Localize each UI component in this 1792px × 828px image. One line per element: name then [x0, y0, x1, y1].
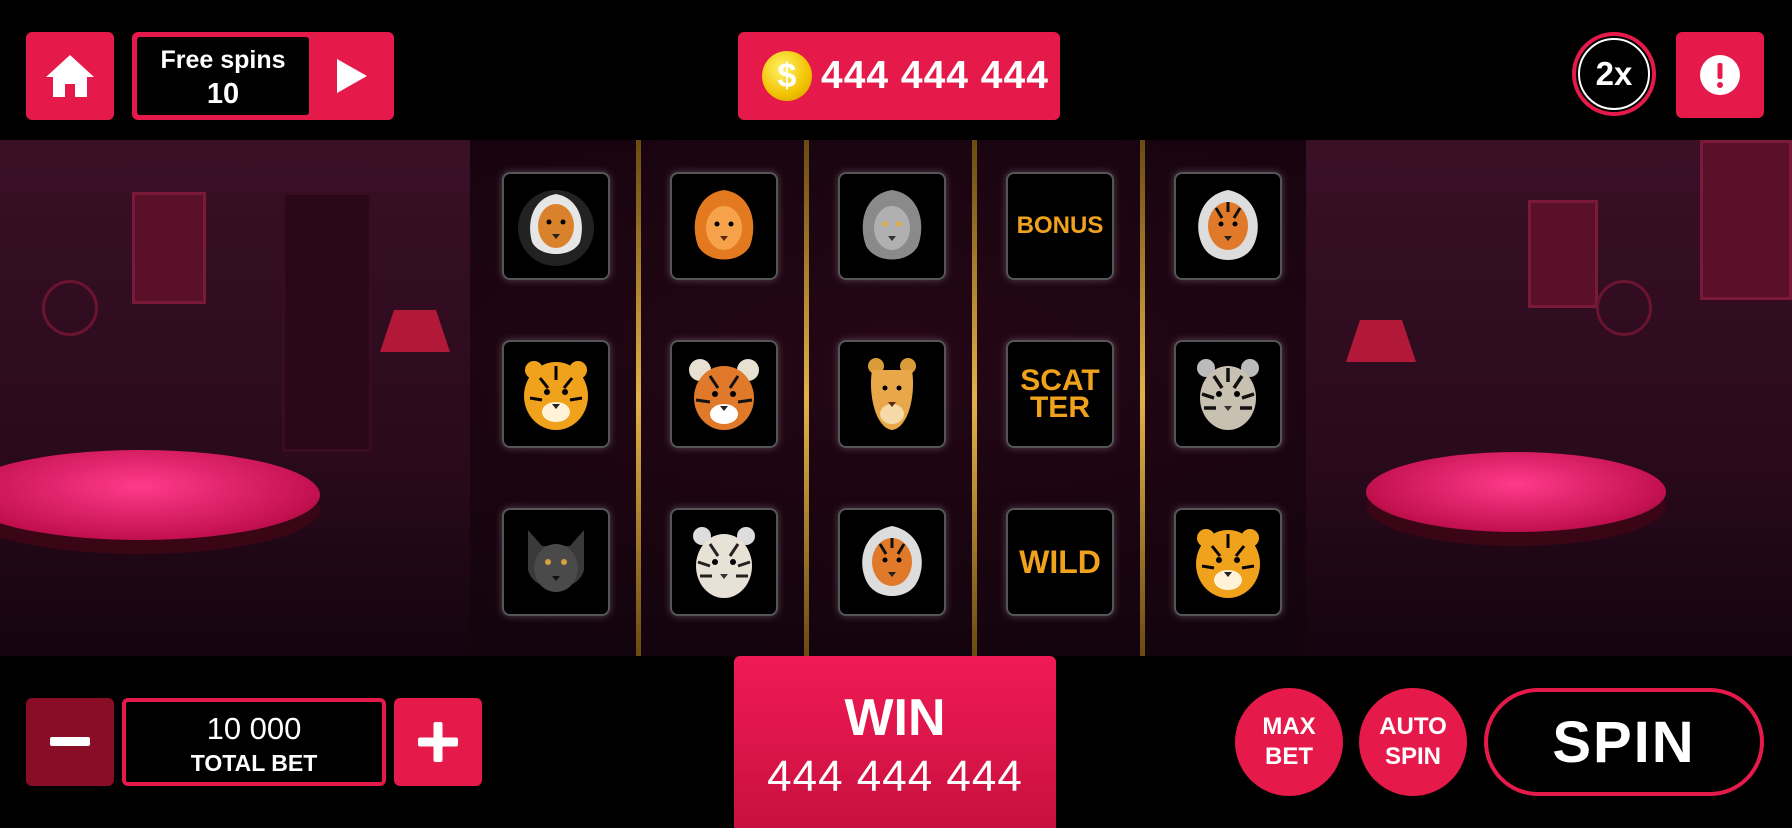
tiger-orange-icon	[838, 508, 946, 616]
grey-lion-icon	[838, 172, 946, 280]
max-bet-label-line2: BET	[1265, 743, 1313, 770]
tiger-gold-icon	[502, 340, 610, 448]
free-spins-count: 10	[206, 78, 240, 110]
play-icon	[337, 59, 367, 93]
balance-display: $ 444 444 444	[738, 32, 1060, 120]
total-bet-display: 10 000 TOTAL BET	[122, 698, 386, 786]
tiger-orange-icon	[1174, 172, 1282, 280]
reel-separator	[636, 140, 641, 656]
multiplier-button[interactable]: 2x	[1572, 32, 1656, 116]
wall-picture	[132, 192, 206, 304]
total-bet-value: 10 000	[206, 711, 302, 746]
lion-black-mane-icon	[502, 172, 610, 280]
auto-spin-button[interactable]: AUTO SPIN	[1359, 688, 1467, 796]
tiger-cub-icon	[670, 340, 778, 448]
bonus-text: BONUS	[1016, 212, 1104, 240]
black-panther-icon	[502, 508, 610, 616]
left-room-background	[0, 140, 470, 656]
win-display: WIN 444 444 444	[734, 656, 1056, 828]
game-scene: BONUS SCAT TER WILD	[0, 140, 1792, 656]
lamp	[1346, 320, 1416, 362]
coin-icon: $	[762, 51, 812, 101]
exclamation-icon	[1700, 55, 1740, 95]
bonus-symbol: BONUS	[1006, 172, 1114, 280]
win-label: WIN	[844, 689, 946, 747]
free-spins-panel: Free spins 10	[132, 32, 394, 120]
minus-icon	[50, 737, 90, 746]
lioness-icon	[838, 340, 946, 448]
max-bet-label-line1: MAX	[1262, 713, 1316, 740]
pool-table	[1366, 452, 1666, 532]
auto-spin-label-line1: AUTO	[1379, 713, 1447, 740]
total-bet-label: TOTAL BET	[190, 750, 318, 776]
wall-clock	[1596, 280, 1652, 336]
info-button[interactable]	[1676, 32, 1764, 118]
win-amount: 444 444 444	[767, 752, 1023, 801]
wild-symbol: WILD	[1006, 508, 1114, 616]
reel-separator	[804, 140, 809, 656]
free-spins-label: Free spins	[160, 46, 286, 74]
white-tiger-dark-icon	[1174, 340, 1282, 448]
reel-separator	[972, 140, 977, 656]
scatter-text-line1: SCAT	[1020, 364, 1100, 397]
plus-icon	[418, 722, 458, 762]
lion-orange-icon	[670, 172, 778, 280]
decrease-bet-button[interactable]	[26, 698, 114, 786]
right-room-background	[1306, 140, 1792, 656]
reel-separator	[1140, 140, 1145, 656]
wall-picture	[1528, 200, 1598, 308]
free-spins-play-button[interactable]	[310, 32, 394, 120]
home-button[interactable]	[26, 32, 114, 120]
wall-picture	[1700, 140, 1792, 300]
slot-reels: BONUS SCAT TER WILD	[470, 140, 1306, 656]
auto-spin-label-line2: SPIN	[1384, 743, 1441, 770]
balance-amount: 444 444 444	[821, 54, 1049, 97]
scatter-symbol: SCAT TER	[1006, 340, 1114, 448]
home-icon	[46, 55, 94, 97]
door	[282, 192, 372, 452]
lamp	[380, 310, 450, 352]
white-tiger-icon	[670, 508, 778, 616]
pool-table	[0, 450, 320, 540]
wild-text: WILD	[1019, 543, 1101, 580]
tiger-gold-icon	[1174, 508, 1282, 616]
spin-button[interactable]: SPIN	[1484, 688, 1764, 796]
scatter-text-line2: TER	[1029, 391, 1090, 424]
increase-bet-button[interactable]	[394, 698, 482, 786]
wall-clock	[42, 280, 98, 336]
max-bet-button[interactable]: MAX BET	[1235, 688, 1343, 796]
